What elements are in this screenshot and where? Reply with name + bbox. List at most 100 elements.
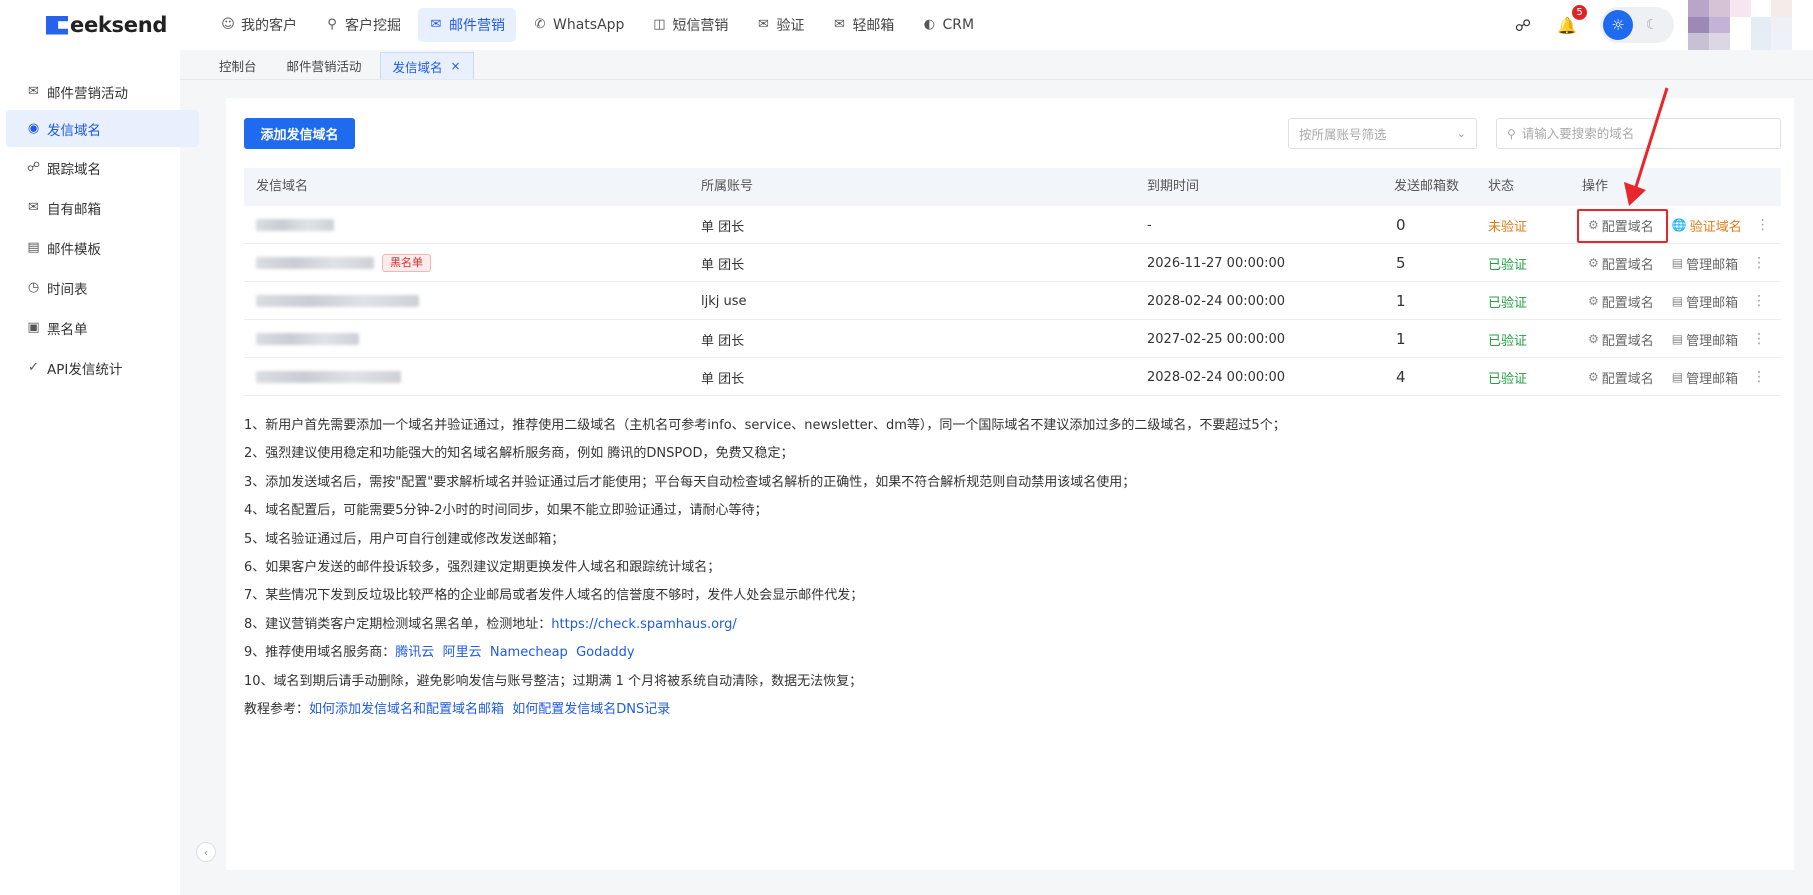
verify-icon: ✉ [757,17,769,32]
configure-domain-button[interactable]: ⚙ 配置域名 [1588,216,1654,235]
account-cell: ljkj use [701,293,747,309]
more-icon[interactable]: ⋮ [1752,331,1766,347]
tab-sending-domains[interactable]: 发信域名 × [379,52,474,79]
search-icon: ⚲ [1507,126,1516,141]
note-line: 2、强烈建议使用稳定和功能强大的知名域名解析服务商，例如 腾讯的DNSPOD，免… [244,446,794,462]
sidebar-item-schedule[interactable]: ◷ 时间表 [6,269,199,306]
nav-label: WhatsApp [553,17,625,33]
moon-icon[interactable]: ☾ [1637,10,1667,40]
tab-label: 邮件营销活动 [286,59,362,74]
sidebar-item-sending-domains[interactable]: ◉ 发信域名 [6,110,199,147]
status-badge: 已验证 [1488,333,1528,349]
nav-customer-mining[interactable]: ⚲ 客户挖掘 [314,8,412,42]
sidebar-item-templates[interactable]: ▤ 邮件模板 [6,229,199,266]
aliyun-link[interactable]: 阿里云 [443,645,482,660]
configure-domain-button[interactable]: ⚙ 配置域名 [1588,254,1654,273]
godaddy-link[interactable]: Godaddy [576,645,634,660]
mail-icon: ✉ [430,17,442,32]
more-icon[interactable]: ⋮ [1752,255,1766,271]
logo-mark-icon [46,15,68,35]
nav-email-marketing[interactable]: ✉ 邮件营销 [418,8,516,42]
configure-domain-button[interactable]: ⚙ 配置域名 [1588,368,1654,387]
configure-domain-button[interactable]: ⚙ 配置域名 [1588,292,1654,311]
sidebar-item-api-stats[interactable]: ✓ API发信统计 [6,349,199,386]
nav-whatsapp[interactable]: ✆ WhatsApp [522,8,635,42]
brand-name: eeksend [70,13,168,37]
note-line: 8、建议营销类客户定期检测域名黑名单，检测地址：https://check.sp… [244,611,1794,639]
theme-toggle[interactable]: ☼ ☾ [1600,7,1674,43]
action-label: 配置域名 [1601,219,1654,235]
clipboard-icon: ▤ [1671,294,1684,308]
verify-domain-button[interactable]: 🌐 验证域名 [1672,216,1742,235]
nav-crm[interactable]: ◐ CRM [911,8,985,42]
manage-mailbox-button[interactable]: ▤ 管理邮箱 [1672,330,1738,349]
account-filter-select[interactable]: 按所属账号筛选 ⌄ [1288,118,1477,149]
blacklist-icon: ▣ [27,320,40,335]
sidebar-item-own-mailboxes[interactable]: ✉ 自有邮箱 [6,189,199,226]
filter-placeholder: 按所属账号筛选 [1299,127,1387,142]
avatar[interactable] [1688,0,1813,50]
tab-label: 发信域名 [392,59,443,75]
sidebar-item-tracking-domains[interactable]: ☍ 跟踪域名 [6,149,199,186]
tutorial-dns-link[interactable]: 如何配置发信域名DNS记录 [512,702,670,717]
note-line: 7、某些情况下发到反垃圾比较严格的企业邮局或者发件人域名的信誉度不够时，发件人处… [244,588,864,604]
column-header: 发信域名 [256,179,309,194]
bell-icon[interactable]: 🔔 5 [1556,5,1587,36]
mailbox-count-cell: 1 [1396,330,1406,348]
redacted-domain [256,295,419,307]
sidebar: ✉ 邮件营销活动 ◉ 发信域名 ☍ 跟踪域名 ✉ 自有邮箱 ▤ 邮件模板 ◷ 时间表 ▣ 黑名… [0,50,199,895]
tab-dashboard[interactable]: 控制台 [207,52,269,79]
tabs-divider [180,79,1813,80]
top-right-tools: ☍ 🔔 5 ☼ ☾ [1512,0,1813,50]
nav-my-customers[interactable]: ☺ 我的客户 [210,8,308,42]
note-text: 教程参考： [244,702,310,718]
tencent-cloud-link[interactable]: 腾讯云 [395,645,434,660]
instructions: 1、新用户首先需要添加一个域名并验证通过，推荐使用二级域名（主机名可参考info… [244,412,1794,724]
nav-light-mail[interactable]: ✉ 轻邮箱 [821,8,905,42]
expire-cell: 2027-02-25 00:00:00 [1147,331,1286,347]
redacted-domain [256,257,374,269]
more-icon[interactable]: ⋮ [1752,369,1766,385]
manage-mailbox-button[interactable]: ▤ 管理邮箱 [1672,292,1738,311]
status-badge: 已验证 [1488,295,1528,311]
namecheap-link[interactable]: Namecheap [490,645,568,660]
nav-label: 验证 [776,18,805,34]
sun-icon[interactable]: ☼ [1603,10,1633,40]
tutorial-add-domain-link[interactable]: 如何添加发信域名和配置域名邮箱 [309,702,504,717]
sidebar-item-label: 时间表 [47,281,88,298]
spamhaus-link[interactable]: https://check.spamhaus.org/ [551,617,737,632]
domain-search-field[interactable]: ⚲ [1496,118,1781,149]
light-mail-icon: ✉ [833,17,845,32]
more-icon[interactable]: ⋮ [1756,217,1770,233]
clipboard-icon: ▤ [1671,370,1684,384]
domain-search-input[interactable] [1521,126,1762,141]
expire-cell: - [1147,217,1152,233]
nav-verify[interactable]: ✉ 验证 [745,8,815,42]
sidebar-collapse-button[interactable]: ‹ [196,842,216,862]
sidebar-item-blacklist[interactable]: ▣ 黑名单 [6,309,199,346]
manage-mailbox-button[interactable]: ▤ 管理邮箱 [1672,254,1738,273]
crm-icon: ◐ [923,17,936,32]
campaign-icon: ✉ [28,84,39,99]
manage-mailbox-button[interactable]: ▤ 管理邮箱 [1672,368,1738,387]
clipboard-icon: ▤ [1671,256,1684,270]
headset-icon[interactable]: ☍ [1512,14,1534,36]
sidebar-item-campaigns[interactable]: ✉ 邮件营销活动 [6,73,199,110]
table-header: 发信域名 所属账号 到期时间 发送邮箱数 状态 操作 [244,168,1781,206]
more-icon[interactable]: ⋮ [1752,293,1766,309]
note-line: 4、域名配置后，可能需要5分钟-2小时的时间同步，如果不能立即验证通过，请耐心等… [244,503,768,519]
domain-icon: ◉ [27,121,40,136]
sidebar-item-label: 自有邮箱 [47,201,101,218]
redacted-domain [256,371,401,383]
add-sending-domain-button[interactable]: 添加发信域名 [244,118,355,149]
brand-logo[interactable]: eeksend [46,12,167,38]
column-header: 所属账号 [701,179,754,194]
sidebar-item-label: 黑名单 [47,321,88,338]
nav-label: 我的客户 [241,18,297,34]
configure-domain-button[interactable]: ⚙ 配置域名 [1588,330,1654,349]
tab-email-campaigns[interactable]: 邮件营销活动 [275,52,374,79]
close-icon[interactable]: × [451,59,461,73]
whatsapp-icon: ✆ [534,17,546,32]
nav-sms-marketing[interactable]: ◫ 短信营销 [641,8,739,42]
domain-cell [256,320,359,358]
